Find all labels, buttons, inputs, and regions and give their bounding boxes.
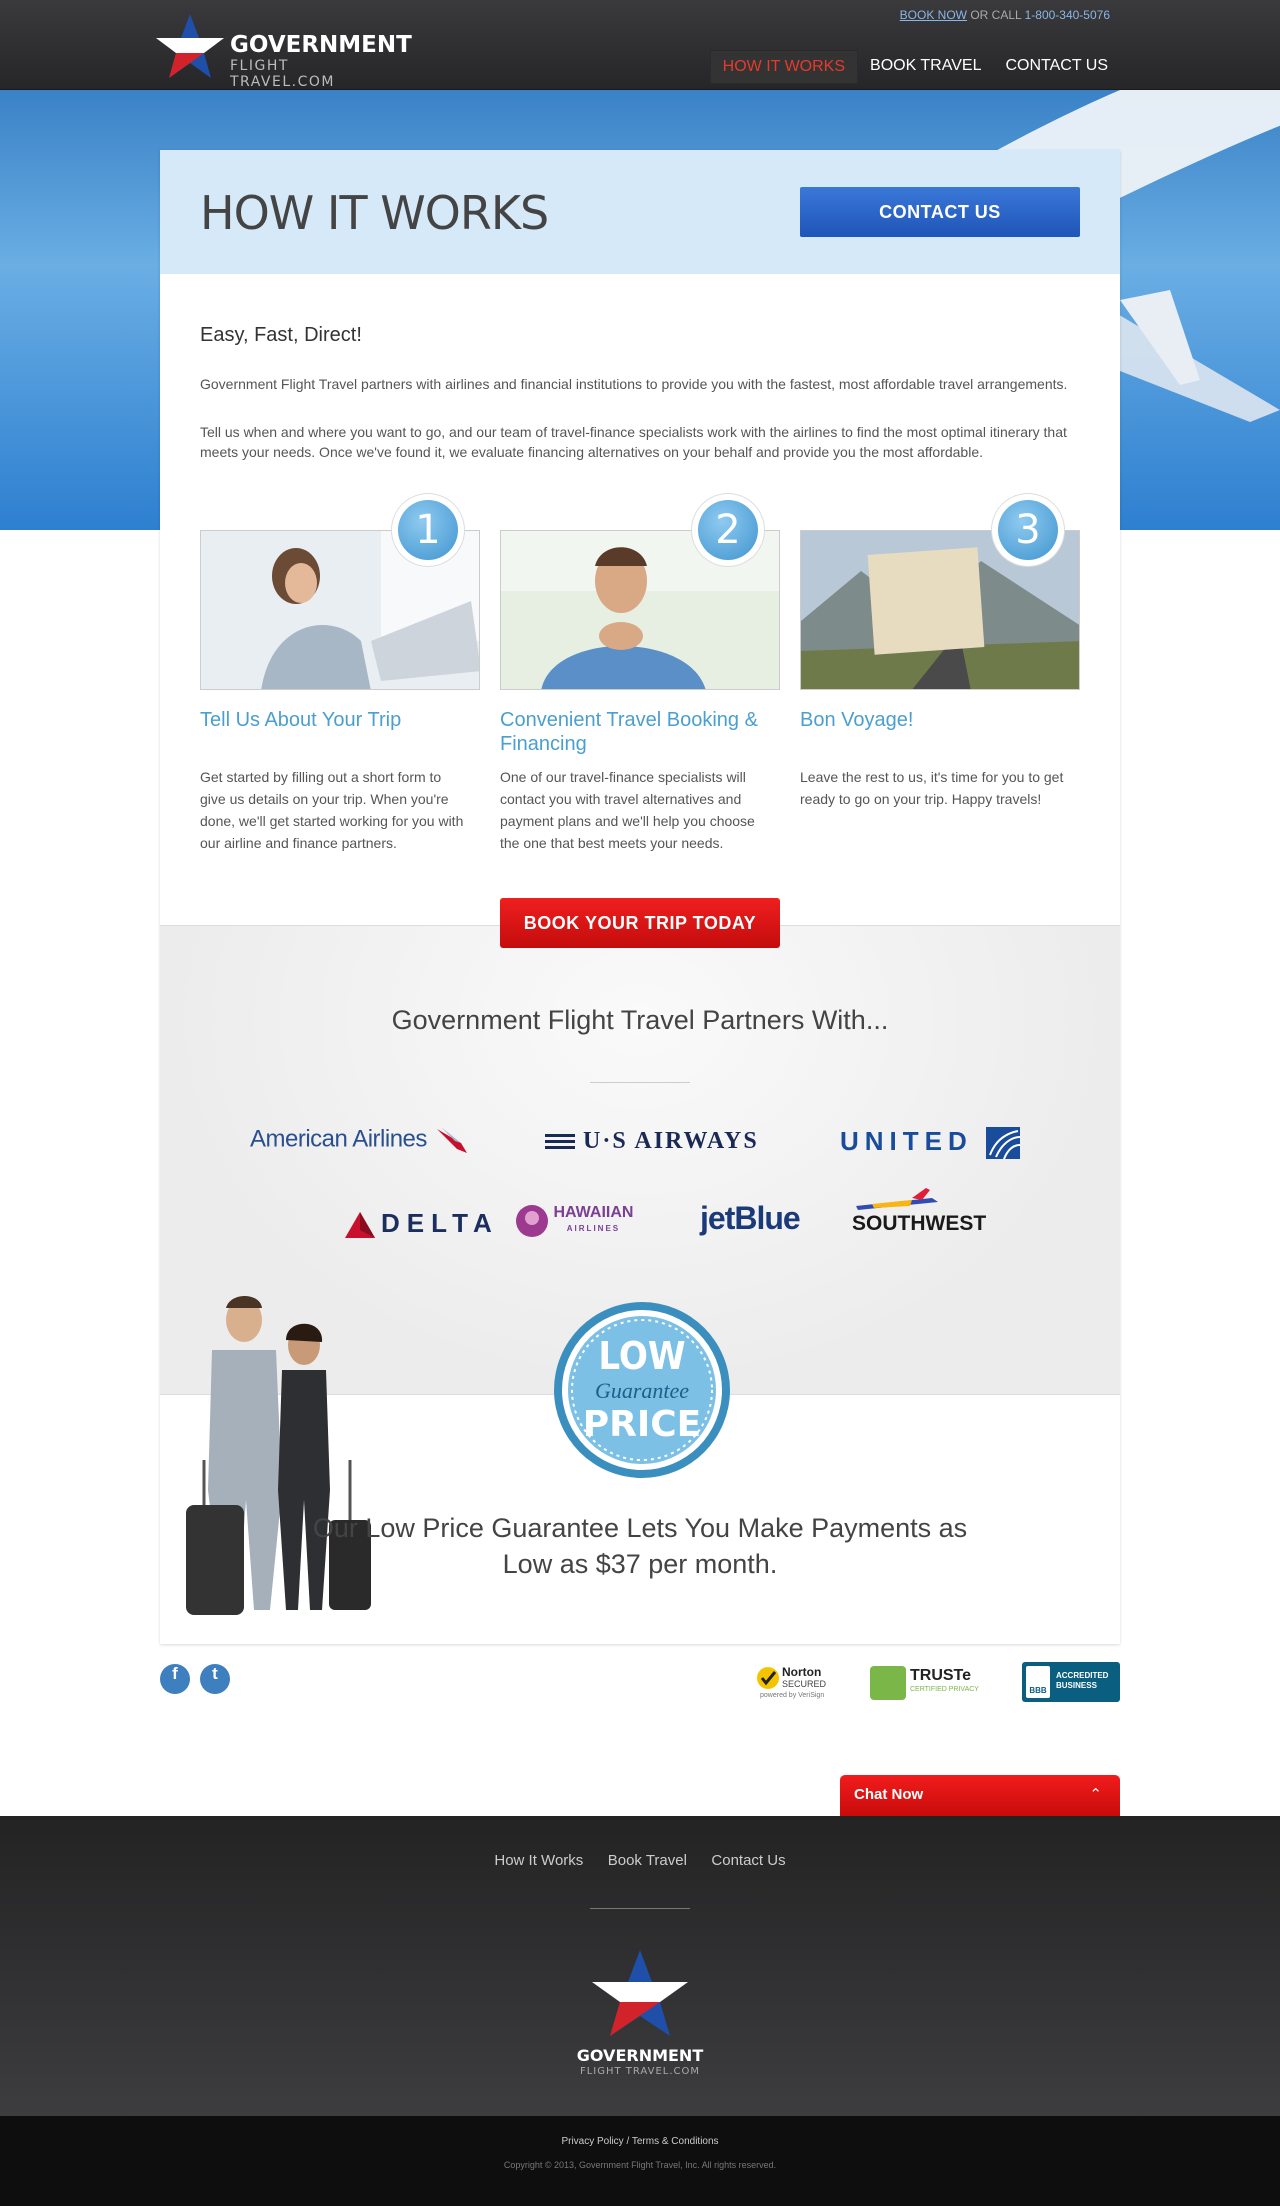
chevron-up-icon[interactable]: ⌃	[1089, 1785, 1102, 1803]
footer-star-logo-icon	[592, 1950, 688, 2036]
united-text: UNITED	[840, 1126, 973, 1156]
bbb-accredited-seal[interactable]: BBB ACCREDITED BUSINESS	[1022, 1662, 1120, 1702]
logo-text-flighttravel: FLIGHT TRAVEL.COM	[230, 58, 335, 90]
footer-link-book-travel[interactable]: Book Travel	[608, 1852, 687, 1869]
southwest-plane-icon	[856, 1188, 938, 1210]
bbb-text: ACCREDITED BUSINESS	[1056, 1671, 1109, 1690]
partners-title: Government Flight Travel Partners With..…	[391, 1005, 889, 1035]
norton-check-icon	[757, 1667, 779, 1689]
low-price-promo-text: Our Low Price Guarantee Lets You Make Pa…	[312, 1513, 968, 1579]
step-2-title: Convenient Travel Booking & Financing	[500, 709, 758, 755]
step-3-number: 3	[998, 500, 1058, 560]
phone-number[interactable]: 1-800-340-5076	[1025, 8, 1110, 22]
step-3-title: Bon Voyage!	[800, 709, 914, 731]
nav-contact-us[interactable]: CONTACT US	[993, 50, 1120, 84]
hawaiian-airlines-logo: HAWAIIAN AIRLINES	[515, 1204, 633, 1238]
legal-separator: /	[626, 2136, 630, 2147]
privacy-policy-link[interactable]: Privacy Policy	[561, 2136, 623, 2147]
copyright-text: Copyright © 2013, Government Flight Trav…	[503, 2160, 777, 2170]
hawaiian-text: HAWAIIAN	[553, 1204, 634, 1221]
step-2-text: One of our travel-finance specialists wi…	[500, 769, 755, 851]
us-airways-text: U·S AIRWAYS	[583, 1128, 759, 1154]
intro-paragraph-2: Tell us when and where you want to go, a…	[200, 424, 1067, 460]
low-price-guarantee-badge: LOW Guarantee PRICE	[552, 1300, 732, 1480]
us-airways-flag-icon	[545, 1134, 575, 1150]
main-nav: HOW IT WORKS BOOK TRAVEL CONTACT US	[709, 50, 1120, 84]
legal-links: Privacy Policy / Terms & Conditions	[0, 2136, 1280, 2147]
partners-divider	[590, 1082, 690, 1083]
southwest-logo: SOUTHWEST	[852, 1188, 987, 1236]
jetblue-logo: jetBlue	[700, 1200, 801, 1236]
norton-text: Norton	[782, 1665, 822, 1679]
badge-guarantee-text: Guarantee	[594, 1378, 690, 1403]
step-1-text: Get started by filling out a short form …	[200, 769, 464, 851]
book-now-link[interactable]: BOOK NOW	[900, 8, 967, 22]
badge-price-text: PRICE	[582, 1404, 702, 1445]
truste-subtext: CERTIFIED PRIVACY	[910, 1686, 979, 1693]
delta-logo: DELTA	[345, 1208, 499, 1239]
footer-link-contact-us[interactable]: Contact Us	[711, 1852, 785, 1869]
chat-now-label: Chat Now	[854, 1786, 924, 1803]
facebook-icon[interactable]: f	[160, 1664, 190, 1694]
step-1: 1 Tell Us About Your Trip Get started by…	[200, 494, 480, 851]
southwest-text: SOUTHWEST	[852, 1212, 987, 1235]
book-trip-button[interactable]: BOOK YOUR TRIP TODAY	[500, 898, 780, 948]
twitter-icon[interactable]: t	[200, 1664, 230, 1694]
step-1-title: Tell Us About Your Trip	[200, 709, 402, 731]
terms-link[interactable]: Terms & Conditions	[632, 2136, 719, 2147]
top-call-line: BOOK NOW OR CALL 1-800-340-5076	[900, 8, 1110, 22]
norton-powered-text: powered by VeriSign	[760, 1692, 825, 1699]
american-airlines-text: American Airlines	[250, 1125, 427, 1153]
step-3: 3 Bon Voyage! Leave the rest to us, it's…	[800, 494, 1080, 807]
step-3-text: Leave the rest to us, it's time for you …	[800, 769, 1064, 807]
site-logo[interactable]: GOVERNMENT FLIGHT TRAVEL.COM	[154, 12, 412, 90]
step-1-number: 1	[398, 500, 458, 560]
intro-paragraph-1: Government Flight Travel partners with a…	[200, 376, 1068, 392]
footer-link-how-it-works[interactable]: How It Works	[494, 1852, 583, 1869]
truste-logo-icon	[870, 1666, 906, 1700]
step-1-number-badge: 1	[392, 494, 464, 566]
page-title: HOW IT WORKS	[200, 186, 549, 240]
step-3-number-badge: 3	[992, 494, 1064, 566]
footer-logo[interactable]: GOVERNMENT FLIGHT TRAVEL.COM	[570, 1946, 710, 2086]
sub-footer: Privacy Policy / Terms & Conditions Copy…	[0, 2116, 1280, 2206]
hawaiian-airlines-subtext: AIRLINES	[566, 1224, 621, 1233]
delta-text: DELTA	[381, 1208, 499, 1238]
badge-low-text: LOW	[598, 1334, 686, 1378]
footer-divider	[590, 1908, 690, 1909]
footer-nav: How It Works Book Travel Contact Us	[0, 1852, 1280, 1870]
delta-triangle-icon	[345, 1212, 375, 1239]
us-airways-logo: U·S AIRWAYS	[545, 1128, 759, 1155]
footer-logo-text-flighttravel: FLIGHT TRAVEL.COM	[579, 2066, 701, 2077]
intro-heading: Easy, Fast, Direct!	[200, 324, 362, 346]
norton-secured-text: SECURED	[782, 1679, 827, 1689]
logo-text-government: GOVERNMENT	[230, 32, 412, 58]
star-logo-icon	[156, 14, 224, 78]
footer-logo-text-government: GOVERNMENT	[576, 2046, 704, 2065]
norton-secured-seal[interactable]: Norton SECURED powered by VeriSign	[756, 1662, 852, 1702]
footer: How It Works Book Travel Contact Us GOVE…	[0, 1816, 1280, 2116]
contact-us-button[interactable]: CONTACT US	[800, 187, 1080, 237]
chat-now-widget[interactable]: Chat Now ⌃	[840, 1775, 1120, 1816]
step-2: 2 Convenient Travel Booking & Financing …	[500, 494, 780, 851]
or-call-text: OR CALL	[967, 8, 1025, 22]
american-airlines-icon	[437, 1127, 468, 1153]
top-bar: GOVERNMENT FLIGHT TRAVEL.COM BOOK NOW OR…	[0, 0, 1280, 90]
page-header-band: HOW IT WORKS CONTACT US	[160, 150, 1120, 274]
bbb-logo-icon: BBB	[1026, 1666, 1050, 1698]
united-logo: UNITED	[840, 1126, 1021, 1160]
truste-seal[interactable]: TRUSTe CERTIFIED PRIVACY	[870, 1662, 1004, 1702]
truste-text: TRUSTe	[910, 1667, 972, 1684]
nav-book-travel[interactable]: BOOK TRAVEL	[858, 50, 993, 84]
hawaiian-flower-icon	[516, 1205, 548, 1237]
content-card: HOW IT WORKS CONTACT US Easy, Fast, Dire…	[160, 150, 1120, 1644]
american-airlines-logo: American Airlines	[250, 1125, 473, 1155]
step-2-number: 2	[698, 500, 758, 560]
united-globe-icon	[986, 1127, 1021, 1160]
nav-how-it-works[interactable]: HOW IT WORKS	[709, 50, 859, 84]
step-2-number-badge: 2	[692, 494, 764, 566]
